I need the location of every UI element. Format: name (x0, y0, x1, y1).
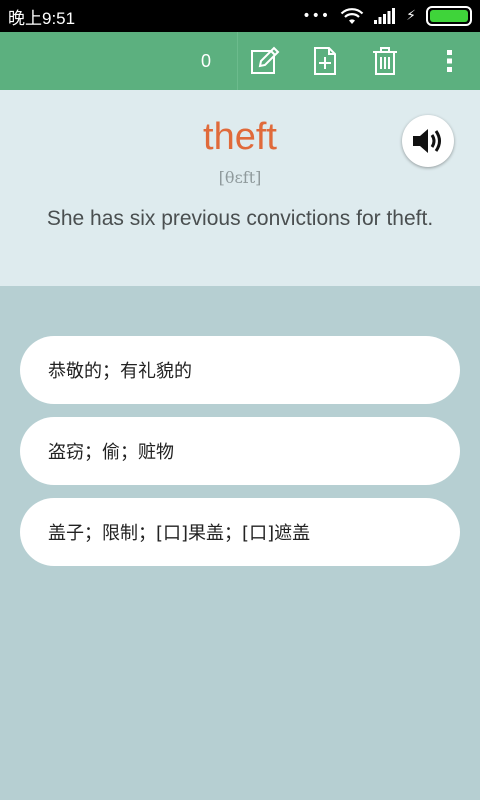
option-label: 恭敬的；有礼貌的 (48, 361, 192, 382)
more-vert-icon (447, 50, 452, 72)
toolbar: 0 (0, 32, 480, 90)
edit-icon (251, 46, 280, 74)
battery-icon (426, 6, 472, 26)
new-document-icon (314, 47, 336, 75)
status-time: 晚上9:51 (8, 8, 76, 28)
answer-options: 恭敬的；有礼貌的 盗窃；偷；赃物 盖子；限制；[口]果盖；[口]遮盖 (20, 336, 460, 579)
cell-signal-icon (374, 8, 396, 24)
word-counter[interactable]: 0 (190, 32, 222, 90)
toolbar-divider (237, 32, 238, 90)
option-2[interactable]: 盗窃；偷；赃物 (20, 417, 460, 485)
pronounce-button[interactable] (402, 115, 454, 167)
status-bar: 晚上9:51 ••• ⚡ (0, 0, 480, 32)
more-button[interactable] (426, 32, 474, 90)
wifi-icon (340, 8, 364, 24)
option-label: 盖子；限制；[口]果盖；[口]遮盖 (48, 523, 311, 544)
speaker-icon (413, 129, 441, 153)
phonetic: [θɛft] (218, 168, 262, 187)
trash-icon (373, 47, 397, 75)
status-icons: ••• ⚡ (302, 6, 472, 26)
delete-button[interactable] (361, 32, 409, 90)
new-word-button[interactable] (301, 32, 349, 90)
battery-level (430, 10, 468, 22)
charging-bolt-icon: ⚡ (406, 8, 416, 24)
word-card: theft [θɛft] She has six previous convic… (0, 90, 480, 286)
option-1[interactable]: 恭敬的；有礼貌的 (20, 336, 460, 404)
option-label: 盗窃；偷；赃物 (48, 442, 174, 463)
edit-button[interactable] (241, 32, 289, 90)
notification-dots: ••• (302, 8, 331, 24)
example-sentence: She has six previous convictions for the… (46, 207, 434, 230)
option-3[interactable]: 盖子；限制；[口]果盖；[口]遮盖 (20, 498, 460, 566)
